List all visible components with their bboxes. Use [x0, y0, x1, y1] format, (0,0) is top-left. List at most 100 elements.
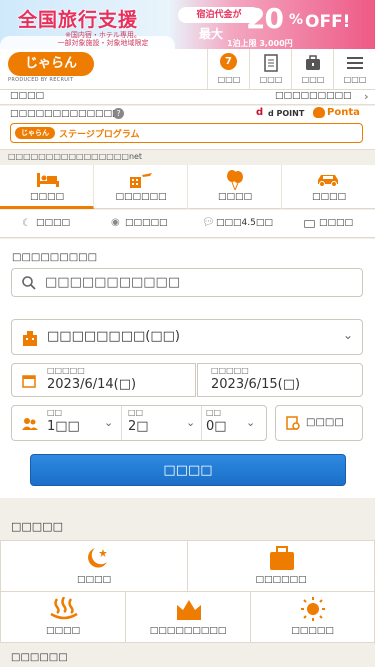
adults-value: 2□	[128, 419, 149, 434]
rooms-label: □□	[47, 408, 63, 417]
children-label: □□	[206, 408, 222, 417]
rooms-select[interactable]: □□ 1□□ ⌄	[44, 406, 122, 440]
adults-label: □□	[128, 408, 144, 417]
notice-text: □□□□□□□□□□□□□□□□net	[8, 152, 143, 161]
chevron-down-icon: ⌄	[343, 328, 354, 342]
strip-right-link[interactable]: □□□□□□□□□	[275, 91, 352, 101]
notification-button[interactable]: 7 □□□	[207, 49, 249, 90]
suitcase-icon	[270, 546, 294, 570]
notification-badge: 7	[220, 53, 237, 70]
medal-icon: ◉	[111, 217, 120, 228]
banner-off: OFF!	[305, 12, 351, 32]
destination-label: □□□□□□□□□	[12, 252, 98, 263]
checkout-value: 2023/6/15(□)	[211, 377, 301, 392]
banner-title: 全国旅行支援	[18, 9, 139, 31]
sub-tabs: ☾ □□□□ ◉ □□□□□ 💬︎ □□□4.5□□ □□□□	[0, 210, 375, 238]
category-business[interactable]: □□□□□□	[187, 540, 375, 592]
category-business-label: □□□□□□	[255, 575, 307, 585]
subtab-coupon-label: □□□□	[319, 218, 354, 228]
rooms-value: 1□□	[47, 419, 80, 434]
ticket-icon	[304, 220, 315, 228]
hotel-plane-icon	[130, 173, 152, 188]
menu-label: □□□	[343, 75, 367, 84]
category-tonight[interactable]: □□□□	[0, 540, 188, 592]
dpoint-logo: d	[256, 107, 264, 118]
subtab-coupon[interactable]: □□□□	[282, 210, 375, 238]
children-value: 0□	[206, 419, 227, 434]
chat-bubble-icon: 💬︎	[202, 217, 215, 228]
ponta-mascot-icon	[313, 107, 325, 118]
tab-rental-car-label: □□□□	[311, 192, 346, 202]
keyword-search-input[interactable]: □□□□□□□□□□□	[11, 268, 363, 297]
tab-hotel-label: □□□□	[29, 192, 64, 202]
search-detail-icon	[286, 416, 300, 430]
stage-program-label: ステージプログラム	[59, 130, 140, 140]
document-icon	[264, 54, 278, 72]
campaign-banner[interactable]: 全国旅行支援 ※国内宿・ホテル専用。 一部対象施設・対象地域限定 宿泊代金が 最大…	[0, 0, 375, 49]
chevron-down-icon: ⌄	[186, 416, 196, 429]
tab-rental-car[interactable]: □□□□	[282, 165, 375, 209]
hamburger-menu-icon	[347, 57, 363, 69]
stage-program-button[interactable]: じゃらん ステージプログラム	[10, 123, 363, 143]
tab-package[interactable]: □□□□□□	[94, 165, 188, 209]
checkin-label: □□□□□	[47, 366, 85, 375]
reservation-button[interactable]: □□□	[291, 49, 333, 90]
categories-title: □□□□□	[0, 515, 375, 539]
detail-conditions-button[interactable]: □□□□	[275, 405, 363, 441]
tab-hotel[interactable]: □□□□	[0, 165, 94, 209]
site-header: じゃらん PRODUCED BY RECRUIT 7 □□□ □□□ □□□ □…	[0, 49, 375, 90]
category-luxury-label: □□□□□□□□□	[149, 626, 227, 636]
dpoint-text: d POINT	[268, 109, 305, 118]
subtab-review-label: □□□4.5□□	[216, 218, 273, 228]
stage-logo: じゃらん	[15, 127, 55, 139]
destination-value: □□□□□□□□(□□)	[47, 329, 180, 344]
checkout-label: □□□□□	[211, 366, 249, 375]
children-select[interactable]: □□ 0□ ⌄	[204, 406, 266, 440]
checkin-value: 2023/6/14(□)	[47, 377, 137, 392]
tab-package-label: □□□□□□	[115, 192, 167, 202]
checkout-date-field[interactable]: □□□□□ 2023/6/15(□)	[197, 363, 363, 397]
history-label: □□□	[259, 75, 283, 84]
bed-icon	[37, 173, 59, 187]
subtab-ranking[interactable]: ◉ □□□□□	[94, 210, 188, 238]
search-icon	[22, 276, 36, 290]
category-onsen[interactable]: □□□□	[0, 591, 126, 643]
detail-label: □□□□	[306, 417, 344, 428]
category-luxury[interactable]: □□□□□□□□□	[125, 591, 251, 643]
guests-selector: □□ 1□□ ⌄ □□ 2□ ⌄ □□ 0□ ⌄	[11, 405, 267, 441]
adults-select[interactable]: □□ 2□ ⌄	[124, 406, 202, 440]
subtab-review[interactable]: 💬︎ □□□4.5□□	[188, 210, 282, 238]
briefcase-icon	[306, 55, 320, 70]
chevron-down-icon: ⌄	[104, 416, 114, 429]
menu-button[interactable]: □□□	[333, 49, 375, 90]
category-tabs: □□□□ □□□□□□ □□□□ □□□□	[0, 165, 375, 209]
checkin-date-field[interactable]: □□□□□ 2023/6/14(□)	[11, 363, 196, 397]
chevron-right-icon: ›	[364, 90, 369, 103]
banner-limit: 1泊上限 3,000円	[227, 39, 293, 48]
next-section-title: □□□□□□	[0, 648, 375, 667]
subtab-night-label: □□□□	[36, 218, 71, 228]
search-submit-button[interactable]: □□□□	[30, 454, 346, 486]
category-onsen-label: □□□□	[45, 626, 80, 636]
notification-label: □□□	[217, 75, 241, 84]
crown-icon	[177, 600, 201, 620]
notice-row: □□□□□□□□□□□□□□□□net	[0, 150, 375, 164]
tab-leisure[interactable]: □□□□	[188, 165, 282, 209]
subtab-ranking-label: □□□□□	[125, 218, 168, 228]
site-logo[interactable]: じゃらん	[8, 52, 94, 76]
help-icon[interactable]: ?	[113, 108, 124, 119]
history-button[interactable]: □□□	[249, 49, 291, 90]
category-resort[interactable]: □□□□□	[250, 591, 375, 643]
reservation-label: □□□	[301, 75, 325, 84]
balloon-icon	[227, 170, 243, 190]
chevron-down-icon: ⌄	[246, 416, 256, 429]
banner-note: ※国内宿・ホテル専用。 一部対象施設・対象地域限定	[57, 31, 149, 47]
strip-left-text[interactable]: □□□□	[10, 91, 44, 101]
banner-percent: %	[289, 12, 304, 28]
car-icon	[318, 175, 338, 187]
subtab-night[interactable]: ☾ □□□□	[0, 210, 94, 238]
sun-icon	[301, 597, 325, 621]
destination-select[interactable]: □□□□□□□□(□□) ⌄	[11, 319, 363, 355]
moon-star-icon	[88, 548, 107, 568]
hot-spring-icon	[50, 597, 78, 620]
